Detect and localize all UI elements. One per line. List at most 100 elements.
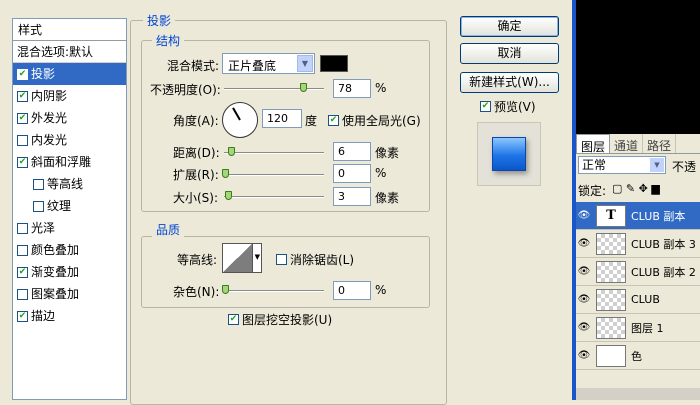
style-item-checkbox[interactable]: [33, 200, 44, 212]
style-item[interactable]: 内发光: [13, 129, 126, 151]
contour-dropdown-icon[interactable]: ▼: [255, 253, 260, 261]
style-item[interactable]: 图案叠加: [13, 283, 126, 305]
size-input[interactable]: 3: [333, 187, 371, 206]
spread-slider-track[interactable]: [224, 174, 324, 176]
tab-layers[interactable]: 图层: [576, 134, 611, 154]
chevron-down-icon[interactable]: ▼: [297, 55, 313, 72]
blend-mode-select[interactable]: 正片叠底 ▼: [222, 53, 315, 74]
size-slider-thumb[interactable]: [225, 191, 232, 200]
blend-options-item[interactable]: 混合选项:默认: [13, 41, 126, 63]
angle-input[interactable]: 120: [262, 109, 302, 128]
spread-input[interactable]: 0: [333, 164, 371, 183]
eye-icon[interactable]: 👁: [576, 294, 592, 305]
layers-panel: 图层 通道 路径 正常 ▼ 不透 锁定: ▢ ✎ ✥ ▆ 👁 T CLUB 副本 👁 C…: [576, 134, 700, 400]
style-item[interactable]: 纹理: [13, 195, 126, 217]
style-items-container: ✔ 投影 ✔ 内阴影 ✔ 外发光 内发光 ✔ 斜面和浮雕 等高线 纹理 光泽 颜色叠加 ✔ 渐变叠加 图案叠加…: [13, 63, 126, 327]
new-style-button[interactable]: 新建样式(W)...: [460, 72, 559, 93]
style-item-checkbox[interactable]: [33, 178, 44, 190]
quality-title: 品质: [152, 221, 185, 238]
layer-name: CLUB 副本: [631, 209, 686, 223]
opacity-input[interactable]: 78: [333, 79, 371, 98]
layer-name: 图层 1: [631, 321, 664, 335]
lock-transparency-icon[interactable]: ▢: [612, 182, 622, 195]
style-item-checkbox[interactable]: [17, 288, 28, 300]
preview-check[interactable]: ✔: [480, 101, 491, 112]
style-item[interactable]: ✔ 斜面和浮雕: [13, 151, 126, 173]
contour-picker[interactable]: ▼: [222, 243, 262, 273]
opacity-slider-thumb[interactable]: [300, 83, 307, 92]
distance-slider-thumb[interactable]: [228, 147, 235, 156]
tab-channels[interactable]: 通道: [610, 134, 644, 153]
eye-icon[interactable]: 👁: [576, 238, 592, 249]
layer-row[interactable]: 👁 色: [576, 342, 700, 370]
lock-all-icon[interactable]: ▆: [651, 182, 659, 195]
noise-slider-track[interactable]: [224, 290, 324, 292]
size-slider-track[interactable]: [224, 196, 324, 198]
style-item-checkbox[interactable]: [17, 244, 28, 256]
angle-label: 角度(A):: [173, 114, 219, 128]
knockout-checkbox[interactable]: ✔ 图层挖空投影(U): [228, 311, 332, 328]
style-preview-swatch: [492, 137, 526, 171]
style-item[interactable]: ✔ 投影: [13, 63, 126, 85]
style-item-checkbox[interactable]: ✔: [17, 68, 28, 80]
style-item-label: 等高线: [47, 177, 84, 191]
knockout-check[interactable]: ✔: [228, 314, 239, 325]
eye-icon[interactable]: 👁: [576, 322, 592, 333]
style-item-checkbox[interactable]: ✔: [17, 310, 28, 322]
noise-label: 杂色(N):: [173, 285, 220, 299]
style-item[interactable]: ✔ 描边: [13, 305, 126, 327]
antialias-label: 消除锯齿(L): [290, 253, 355, 267]
lock-icons[interactable]: ▢ ✎ ✥ ▆: [612, 182, 660, 195]
antialias-checkbox[interactable]: 消除锯齿(L): [276, 251, 354, 268]
style-item[interactable]: ✔ 内阴影: [13, 85, 126, 107]
opacity-slider-track[interactable]: [224, 88, 324, 90]
eye-icon[interactable]: 👁: [576, 350, 592, 361]
style-item-checkbox[interactable]: [17, 134, 28, 146]
layer-thumbnail: [596, 260, 626, 283]
layer-row[interactable]: 👁 图层 1: [576, 314, 700, 342]
distance-slider-track[interactable]: [224, 152, 324, 154]
layer-blend-select[interactable]: 正常 ▼: [578, 156, 666, 174]
style-item[interactable]: ✔ 渐变叠加: [13, 261, 126, 283]
style-item-checkbox[interactable]: ✔: [17, 112, 28, 124]
spread-slider-thumb[interactable]: [222, 169, 229, 178]
distance-input[interactable]: 6: [333, 142, 371, 161]
style-item[interactable]: 光泽: [13, 217, 126, 239]
noise-input[interactable]: 0: [333, 281, 371, 300]
antialias-check[interactable]: [276, 254, 287, 265]
lock-paint-icon[interactable]: ✎: [626, 182, 635, 195]
layer-thumbnail: [596, 288, 626, 311]
chevron-down-icon[interactable]: ▼: [650, 158, 664, 172]
preview-checkbox[interactable]: ✔ 预览(V): [480, 98, 536, 115]
eye-icon[interactable]: 👁: [576, 210, 592, 221]
ok-button[interactable]: 确定: [460, 16, 559, 37]
styles-header[interactable]: 样式: [13, 19, 126, 41]
eye-icon[interactable]: 👁: [576, 266, 592, 277]
angle-dial[interactable]: [222, 102, 258, 138]
style-item[interactable]: 颜色叠加: [13, 239, 126, 261]
style-item[interactable]: 等高线: [13, 173, 126, 195]
layer-row[interactable]: 👁 CLUB: [576, 286, 700, 314]
style-item-label: 外发光: [31, 111, 68, 125]
lock-move-icon[interactable]: ✥: [639, 182, 648, 195]
style-item-checkbox[interactable]: [17, 222, 28, 234]
style-item[interactable]: ✔ 外发光: [13, 107, 126, 129]
style-item-checkbox[interactable]: ✔: [17, 90, 28, 102]
style-item-checkbox[interactable]: ✔: [17, 156, 28, 168]
layer-thumbnail: [596, 316, 626, 339]
layer-row[interactable]: 👁 CLUB 副本 3: [576, 230, 700, 258]
layer-row[interactable]: 👁 T CLUB 副本: [576, 202, 700, 230]
layer-thumbnail: [596, 344, 626, 367]
blend-color-swatch[interactable]: [320, 55, 348, 72]
global-light-label: 使用全局光(G): [342, 114, 421, 128]
style-item-label: 颜色叠加: [31, 243, 80, 257]
layer-name: CLUB 副本 3: [631, 237, 696, 251]
global-light-checkbox[interactable]: ✔ 使用全局光(G): [328, 112, 421, 129]
style-item-checkbox[interactable]: ✔: [17, 266, 28, 278]
cancel-button[interactable]: 取消: [460, 43, 559, 64]
preview-label: 预览(V): [494, 100, 536, 114]
noise-slider-thumb[interactable]: [222, 285, 229, 294]
global-light-check[interactable]: ✔: [328, 115, 339, 126]
tab-paths[interactable]: 路径: [643, 134, 677, 153]
layer-row[interactable]: 👁 CLUB 副本 2: [576, 258, 700, 286]
